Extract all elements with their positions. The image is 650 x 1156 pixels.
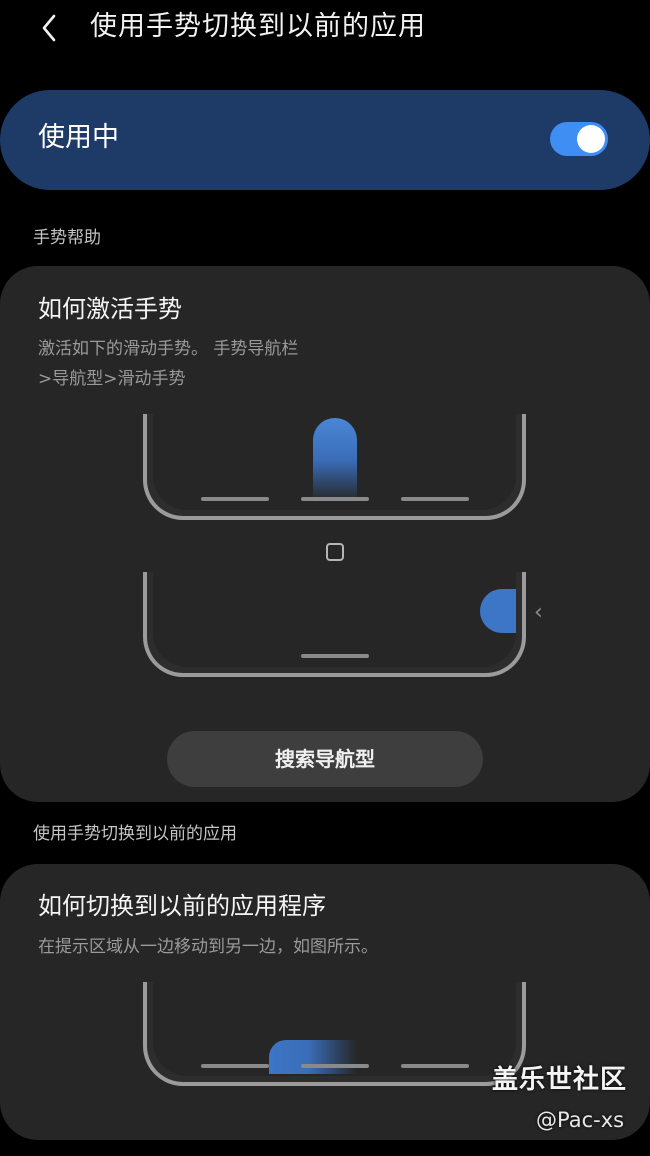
card-title-switch: 如何切换到以前的应用程序 bbox=[38, 892, 326, 920]
watermark-user: @Pac-xs bbox=[536, 1108, 625, 1132]
home-icon bbox=[326, 543, 344, 561]
nav-hint-line bbox=[201, 497, 269, 501]
nav-hint-line bbox=[401, 1064, 469, 1068]
section-header-switch-app: 使用手势切换到以前的应用 bbox=[33, 824, 237, 844]
nav-hint-line bbox=[401, 497, 469, 501]
card-title-activate: 如何激活手势 bbox=[38, 295, 182, 323]
activate-gesture-card: 如何激活手势 激活如下的滑动手势。 手势导航栏>导航型>滑动手势 ‹ bbox=[0, 266, 650, 802]
card-description-activate: 激活如下的滑动手势。 手势导航栏>导航型>滑动手势 bbox=[38, 339, 299, 389]
watermark-brand: 盖乐世社区 bbox=[492, 1065, 628, 1095]
nav-hint-line bbox=[201, 1064, 269, 1068]
nav-hint-line bbox=[301, 654, 369, 658]
card-description-switch: 在提示区域从一边移动到另一边，如图所示。 bbox=[38, 937, 378, 957]
toggle-knob bbox=[577, 125, 605, 153]
master-toggle-switch[interactable] bbox=[550, 122, 608, 156]
master-switch-label: 使用中 bbox=[38, 122, 119, 153]
phone-illustration-swipe-side bbox=[143, 572, 526, 677]
search-navigation-type-button[interactable]: 搜索导航型 bbox=[167, 731, 483, 787]
swipe-side-finger-indicator bbox=[480, 589, 516, 633]
swipe-up-finger-indicator bbox=[313, 418, 357, 502]
nav-hint-line bbox=[301, 497, 369, 501]
section-header-gesture-help: 手势帮助 bbox=[33, 228, 101, 248]
back-arrow-icon bbox=[42, 14, 56, 42]
phone-illustration-swipe-up bbox=[143, 414, 526, 520]
back-button[interactable] bbox=[28, 8, 72, 48]
swipe-across-finger-indicator bbox=[269, 1040, 357, 1074]
switch-app-card: 如何切换到以前的应用程序 在提示区域从一边移动到另一边，如图所示。 bbox=[0, 864, 650, 1140]
page-title: 使用手势切换到以前的应用 bbox=[90, 11, 426, 42]
chevron-left-icon: ‹ bbox=[534, 600, 543, 625]
top-bar: 使用手势切换到以前的应用 bbox=[0, 0, 650, 60]
nav-hint-line bbox=[301, 1064, 369, 1068]
phone-illustration-swipe-across bbox=[143, 982, 526, 1086]
